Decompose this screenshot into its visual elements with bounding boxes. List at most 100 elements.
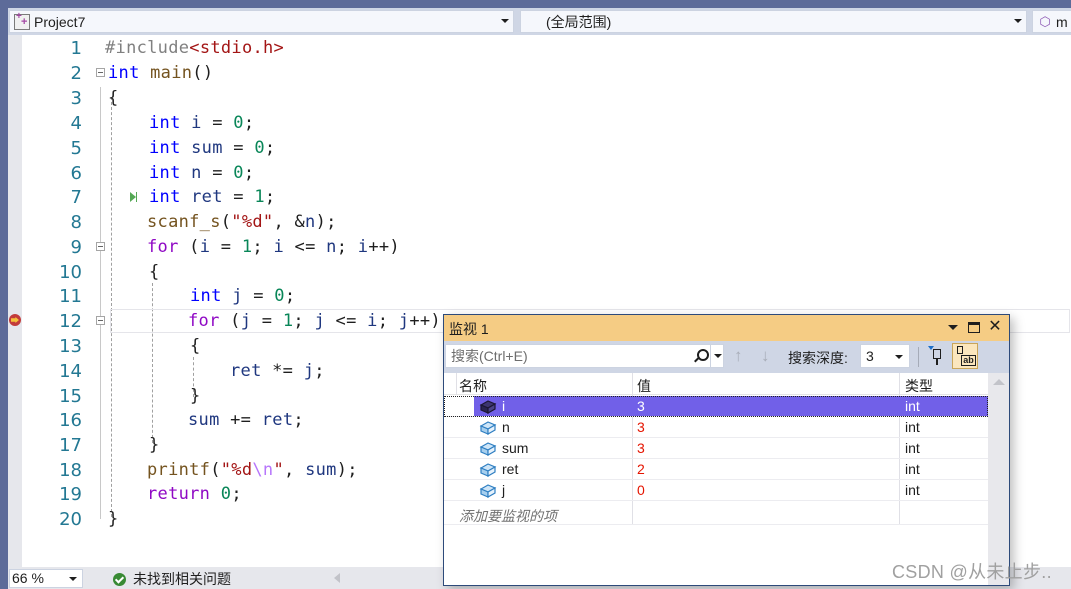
arrow-down-icon[interactable]: ↓ xyxy=(761,346,770,366)
code-line: 7 int ret = 1; xyxy=(8,185,1071,210)
watch-name: sum xyxy=(502,440,529,456)
watch-row[interactable]: j 0 int xyxy=(444,480,988,501)
watch-name: ret xyxy=(502,461,519,477)
watch-name: n xyxy=(502,419,510,435)
search-depth-value: 3 xyxy=(866,348,874,364)
line-number: 16 xyxy=(59,410,82,431)
code-text: return 0; xyxy=(147,484,242,504)
project-dropdown[interactable]: Project7 xyxy=(9,10,514,33)
watch-value[interactable]: 0 xyxy=(637,482,645,499)
watch-row[interactable]: ret 2 int xyxy=(444,459,988,480)
member-dropdown[interactable]: ⬡ m xyxy=(1032,10,1071,33)
scroll-left-arrow[interactable] xyxy=(334,573,340,583)
project-icon xyxy=(14,11,30,30)
cube-icon: ⬡ xyxy=(1039,13,1051,29)
zoom-value: 66 % xyxy=(12,570,44,586)
search-icon[interactable] xyxy=(694,349,709,361)
line-number: 15 xyxy=(59,386,82,407)
line-number: 3 xyxy=(70,88,82,109)
code-line: 6 int n = 0; xyxy=(8,161,1071,186)
code-line: 9 for (i = 1; i <= n; i++) xyxy=(8,235,1071,260)
watch-window: 监视 1 ✕ 搜索(Ctrl+E) ↑ ↓ 搜索深度: 3 ab 名称 值 类型 xyxy=(443,314,1010,586)
line-number: 7 xyxy=(70,187,82,208)
variable-icon xyxy=(479,420,497,436)
column-header-value[interactable]: 值 xyxy=(637,376,651,396)
line-number: 13 xyxy=(59,336,82,357)
chevron-down-icon xyxy=(501,19,509,23)
collapse-icon[interactable] xyxy=(96,316,105,325)
issues-status[interactable]: 未找到相关问题 xyxy=(113,569,231,589)
chevron-down-icon xyxy=(895,355,903,359)
watch-title-bar[interactable]: 监视 1 ✕ xyxy=(444,315,1009,341)
code-text: int i = 0; xyxy=(149,113,255,133)
search-depth-dropdown[interactable]: 3 xyxy=(860,344,910,368)
line-number: 9 xyxy=(70,237,82,258)
watch-search-input[interactable]: 搜索(Ctrl+E) xyxy=(445,344,724,368)
watch-row[interactable]: sum 3 int xyxy=(444,438,988,459)
collapse-icon[interactable] xyxy=(96,242,105,251)
window-top-border xyxy=(0,0,1071,8)
scope-dropdown[interactable]: (全局范围) xyxy=(520,10,1027,33)
chevron-down-icon xyxy=(69,577,77,581)
collapse-icon[interactable] xyxy=(96,68,105,77)
watch-type: int xyxy=(905,482,920,498)
watch-value[interactable]: 2 xyxy=(637,461,645,478)
code-text: } xyxy=(190,386,201,406)
code-text: sum += ret; xyxy=(188,410,304,430)
watch-value[interactable]: 3 xyxy=(637,398,645,415)
line-number: 4 xyxy=(70,113,82,134)
arrow-up-icon[interactable]: ↑ xyxy=(734,346,743,366)
code-line: 2 int main() xyxy=(8,61,1071,86)
column-header-name[interactable]: 名称 xyxy=(459,376,487,396)
code-text: for (j = 1; j <= i; j++) xyxy=(188,311,441,331)
search-options-dropdown[interactable] xyxy=(710,345,724,367)
watermark: CSDN @从未止步.. xyxy=(892,562,1052,582)
code-line: 1 #include<stdio.h> xyxy=(8,36,1071,61)
line-number: 12 xyxy=(59,311,82,332)
watch-row[interactable]: n 3 int xyxy=(444,417,988,438)
pin-icon[interactable] xyxy=(928,346,944,366)
watch-name: i xyxy=(502,398,506,414)
toolbar-separator xyxy=(918,347,919,367)
navigation-bar: Project7 (全局范围) ⬡ m xyxy=(8,8,1071,35)
window-left-border xyxy=(0,0,8,589)
line-number: 11 xyxy=(59,286,82,307)
project-name: Project7 xyxy=(34,13,86,30)
run-to-click-icon[interactable] xyxy=(130,192,137,202)
current-statement-icon[interactable] xyxy=(9,314,21,326)
hex-display-toggle[interactable]: ab xyxy=(952,343,978,369)
zoom-level-dropdown[interactable]: 66 % xyxy=(9,569,83,588)
window-options-icon[interactable] xyxy=(948,325,958,330)
watch-grid-header: 名称 值 类型 xyxy=(444,373,988,395)
code-text: scanf_s("%d", &n); xyxy=(147,212,337,232)
watch-value[interactable]: 3 xyxy=(637,419,645,436)
vertical-scrollbar[interactable] xyxy=(988,373,1009,585)
maximize-icon[interactable] xyxy=(968,322,980,333)
close-icon[interactable]: ✕ xyxy=(988,319,1002,335)
add-watch-placeholder[interactable]: 添加要监视的项 xyxy=(459,506,557,526)
variable-icon xyxy=(479,399,497,415)
code-text: { xyxy=(149,262,160,282)
watch-row[interactable]: i 3 int xyxy=(444,396,988,417)
code-text: int j = 0; xyxy=(190,286,296,306)
code-line: 5 int sum = 0; xyxy=(8,136,1071,161)
code-text: ret *= j; xyxy=(230,361,325,381)
line-number: 1 xyxy=(70,38,82,59)
line-number: 18 xyxy=(59,460,82,481)
watch-name: j xyxy=(502,482,506,498)
code-line: 10 { xyxy=(8,260,1071,285)
column-divider xyxy=(456,373,457,395)
variable-icon xyxy=(479,441,497,457)
code-text: int n = 0; xyxy=(149,163,255,183)
line-number: 14 xyxy=(59,361,82,382)
code-text: { xyxy=(108,88,119,108)
add-watch-row[interactable]: 添加要监视的项 xyxy=(444,504,988,525)
code-text: int main() xyxy=(108,63,214,83)
code-line: 8 scanf_s("%d", &n); xyxy=(8,210,1071,235)
line-number: 20 xyxy=(59,509,82,530)
column-header-type[interactable]: 类型 xyxy=(905,376,933,396)
code-text: int ret = 1; xyxy=(149,187,276,207)
watch-value[interactable]: 3 xyxy=(637,440,645,457)
scroll-up-arrow[interactable] xyxy=(993,379,1005,385)
line-number: 8 xyxy=(70,212,82,233)
